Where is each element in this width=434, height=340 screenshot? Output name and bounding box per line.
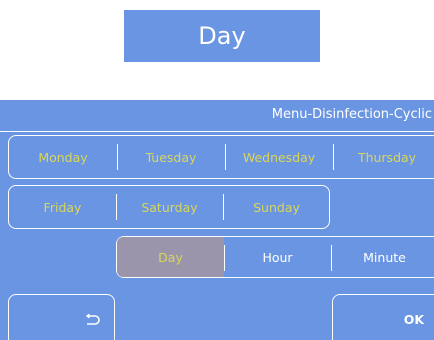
main-panel: Menu-Disinfection-Cyclic Monday Tuesday … [0,100,434,340]
day-option-tuesday[interactable]: Tuesday [117,136,225,178]
unit-option-day[interactable]: Day [117,237,224,277]
day-option-monday[interactable]: Monday [9,136,117,178]
back-button[interactable] [8,294,115,340]
header-divider [0,131,434,132]
day-option-wednesday[interactable]: Wednesday [225,136,333,178]
day-option-saturday[interactable]: Saturday [116,186,223,228]
menu-path: Menu-Disinfection-Cyclic [271,107,432,122]
page-title: Day [198,22,246,50]
day-option-sunday[interactable]: Sunday [223,186,330,228]
screen: Day Menu-Disinfection-Cyclic Monday Tues… [0,0,434,340]
unit-selector: Day Hour Minute [116,236,434,278]
unit-option-minute[interactable]: Minute [331,237,434,277]
day-option-friday[interactable]: Friday [9,186,116,228]
return-arrow-icon [85,313,100,325]
days-row-1: Monday Tuesday Wednesday Thursday [8,135,434,179]
ok-button-label: OK [403,312,424,327]
days-row-2: Friday Saturday Sunday [8,185,330,229]
title-banner: Day [124,10,320,62]
ok-button[interactable]: OK [332,294,434,340]
day-option-thursday[interactable]: Thursday [333,136,434,178]
unit-option-hour[interactable]: Hour [224,237,331,277]
